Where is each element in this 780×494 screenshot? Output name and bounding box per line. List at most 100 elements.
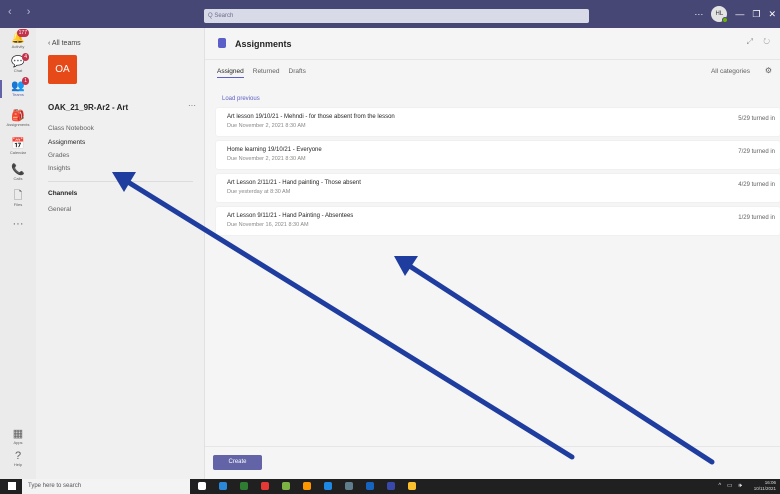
rail-item-apps[interactable]: ▦ Apps (0, 428, 36, 445)
activity-badge: 177 (16, 29, 29, 37)
rail-item-teams[interactable]: 👥 1 Teams (0, 77, 36, 98)
rail-label: Teams (12, 92, 24, 97)
page-title: Assignments (235, 39, 292, 49)
rail-label: Activity (11, 44, 25, 49)
search-input[interactable]: Q Search (204, 9, 589, 23)
rail-label: Assignments (6, 122, 30, 127)
taskbar-app-icon[interactable] (282, 482, 290, 490)
all-teams-link[interactable]: ‹ All teams (48, 40, 81, 47)
clock[interactable]: 16:06 10/11/2021 (754, 480, 776, 492)
assignment-card[interactable]: Art Lesson 2/11/21 - Hand painting - Tho… (216, 174, 780, 202)
assignment-card[interactable]: Art Lesson 9/11/21 - Hand Painting - Abs… (216, 207, 780, 235)
assignment-card[interactable]: Art lesson 19/10/21 - Mehndi - for those… (216, 108, 780, 136)
team-side-panel: ‹ All teams OA OAK_21_9R-Ar2 - Art ··· C… (36, 28, 205, 479)
sidebar-item-insights[interactable]: Insights (48, 165, 70, 172)
top-right-controls: ··· HL — ❐ ✕ (694, 6, 776, 23)
avatar-initials: HL (715, 11, 724, 17)
assignment-tabs: Assigned Returned Drafts (217, 68, 306, 78)
minimize-icon[interactable]: — (735, 9, 744, 19)
assignment-due: Due yesterday at 8:30 AM (227, 189, 291, 195)
assignment-due: Due November 2, 2021 8:30 AM (227, 123, 306, 129)
windows-start-icon[interactable] (8, 482, 16, 490)
load-previous-link[interactable]: Load previous (222, 96, 260, 102)
phone-icon: 📞 (11, 164, 25, 176)
main-content: Assignments ⤢ ↻ Assigned Returned Drafts… (205, 28, 780, 479)
back-forward-arrows[interactable]: ‹ › (8, 6, 36, 18)
rail-label: Files (13, 202, 23, 207)
sidebar-item-class-notebook[interactable]: Class Notebook (48, 125, 94, 132)
team-name: OAK_21_9R-Ar2 - Art (48, 103, 129, 112)
rail-label: Chat (13, 68, 23, 73)
rail-label: Calendar (9, 150, 27, 155)
chat-icon: 💬 (11, 56, 25, 68)
assignment-title: Art lesson 19/10/21 - Mehndi - for those… (227, 114, 395, 120)
close-icon[interactable]: ✕ (768, 9, 776, 20)
tab-drafts[interactable]: Drafts (289, 68, 306, 78)
rail-item-calendar[interactable]: 📅 Calendar (0, 138, 36, 155)
presence-status-icon (722, 17, 729, 23)
more-icon: ··· (12, 218, 24, 230)
team-avatar: OA (48, 55, 77, 84)
maximize-icon[interactable]: ❐ (752, 9, 760, 20)
taskbar-app-icons (198, 482, 416, 490)
rail-item-help[interactable]: ? Help (0, 450, 36, 467)
windows-taskbar: Type here to search ^ ▭ 🕪 16:06 10/11/20… (0, 479, 780, 494)
assignment-turned-in: 7/29 turned in (738, 149, 775, 155)
assignments-icon: 🎒 (11, 110, 25, 122)
taskbar-app-icon[interactable] (240, 482, 248, 490)
assignment-turned-in: 1/29 turned in (738, 215, 775, 221)
tab-returned[interactable]: Returned (253, 68, 280, 78)
taskbar-app-icon[interactable] (324, 482, 332, 490)
taskbar-app-icon[interactable] (261, 482, 269, 490)
channels-heading: Channels (48, 190, 78, 197)
more-options-icon[interactable]: ··· (694, 9, 703, 19)
rail-item-more[interactable]: ··· (0, 218, 36, 230)
gear-icon[interactable]: ⚙ (765, 66, 772, 75)
taskbar-app-icon[interactable] (408, 482, 416, 490)
rail-label: Help (13, 462, 23, 467)
taskbar-app-icon[interactable] (366, 482, 374, 490)
assignment-turned-in: 5/29 turned in (738, 116, 775, 122)
clock-date: 10/11/2021 (753, 486, 776, 491)
rail-label: Apps (13, 440, 23, 445)
divider (205, 446, 780, 447)
app-rail: 🔔 177 Activity 💬 4 Chat 👥 1 Teams 🎒 Assi… (0, 28, 36, 479)
category-filter-dropdown[interactable]: All categories (711, 68, 750, 75)
create-button[interactable]: Create (213, 455, 262, 470)
taskbar-app-icon[interactable] (303, 482, 311, 490)
rail-item-files[interactable]: 🗋 Files (0, 190, 36, 207)
assignment-due: Due November 16, 2021 8:30 AM (227, 222, 309, 228)
rail-item-activity[interactable]: 🔔 177 Activity (0, 29, 36, 49)
rail-item-calls[interactable]: 📞 Calls (0, 164, 36, 181)
assignment-turned-in: 4/29 turned in (738, 182, 775, 188)
taskbar-app-icon[interactable] (198, 482, 206, 490)
channel-item-general[interactable]: General (48, 206, 71, 213)
sidebar-item-assignments[interactable]: Assignments (48, 139, 85, 146)
tab-assigned[interactable]: Assigned (217, 68, 244, 78)
taskbar-app-icon[interactable] (219, 482, 227, 490)
taskbar-app-icon[interactable] (387, 482, 395, 490)
assignment-card[interactable]: Home learning 19/10/21 - Everyone Due No… (216, 141, 780, 169)
team-more-options-icon[interactable]: ··· (188, 101, 196, 110)
avatar[interactable]: HL (711, 6, 729, 23)
rail-item-assignments[interactable]: 🎒 Assignments (0, 110, 36, 127)
taskbar-search-input[interactable]: Type here to search (22, 479, 190, 494)
help-icon: ? (14, 450, 22, 462)
calendar-icon: 📅 (11, 138, 25, 150)
file-icon: 🗋 (13, 190, 23, 202)
assignment-title: Art Lesson 9/11/21 - Hand Painting - Abs… (227, 213, 354, 219)
expand-refresh-icons[interactable]: ⤢ ↻ (747, 37, 774, 47)
sidebar-item-grades[interactable]: Grades (48, 152, 69, 159)
title-bar: ‹ › Q Search ··· HL — ❐ ✕ (0, 0, 780, 28)
teams-icon: 👥 (11, 80, 25, 92)
system-tray-icons[interactable]: ^ ▭ 🕪 (718, 482, 744, 490)
main-header: Assignments ⤢ ↻ (205, 28, 780, 60)
teams-badge: 1 (22, 77, 29, 85)
divider (48, 181, 193, 182)
assignment-due: Due November 2, 2021 8:30 AM (227, 156, 306, 162)
assignments-icon (218, 38, 226, 48)
rail-label: Calls (13, 176, 23, 181)
assignment-title: Home learning 19/10/21 - Everyone (227, 147, 322, 153)
rail-item-chat[interactable]: 💬 4 Chat (0, 53, 36, 73)
taskbar-app-icon[interactable] (345, 482, 353, 490)
